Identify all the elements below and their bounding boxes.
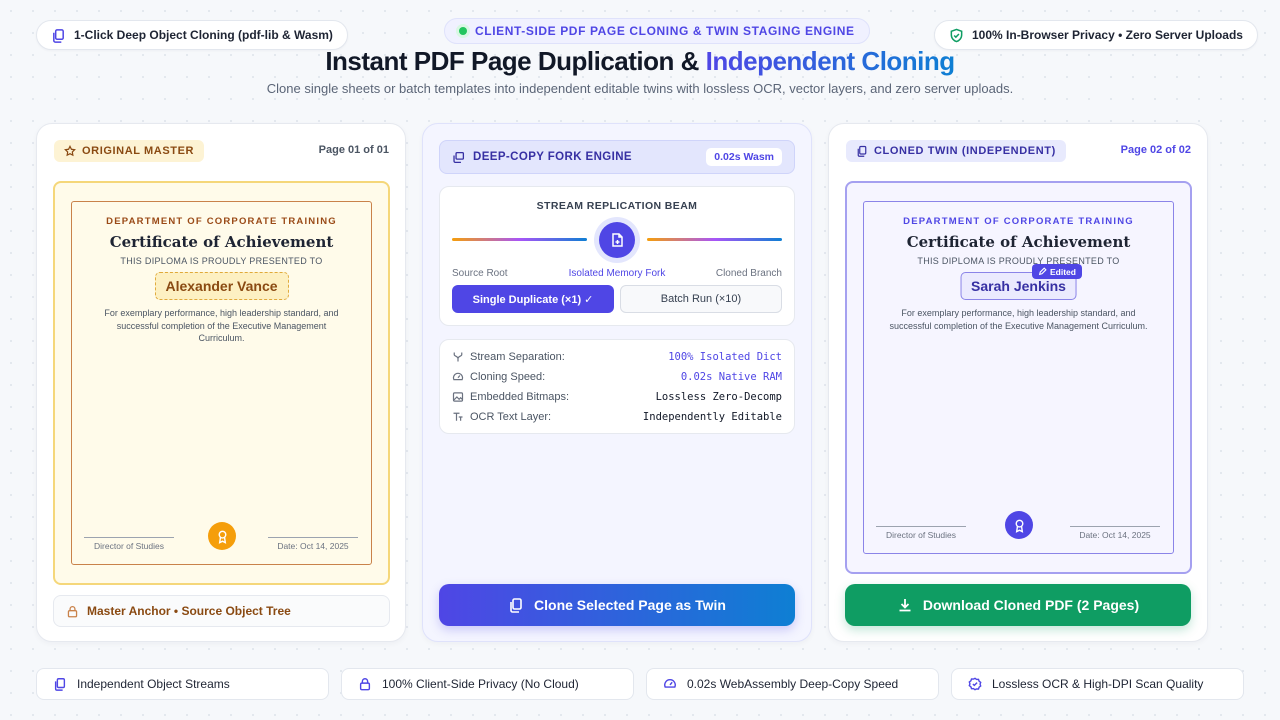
twin-tag: CLONED TWIN (INDEPENDENT)	[846, 140, 1066, 162]
eyebrow-label: CLIENT-SIDE PDF PAGE CLONING & TWIN STAG…	[475, 24, 855, 38]
twin-cert-body: For exemplary performance, high leadersh…	[889, 308, 1148, 331]
clone-button-label: Clone Selected Page as Twin	[534, 597, 726, 613]
stat-row-bitmaps: Embedded Bitmaps: Lossless Zero-Decomp	[452, 388, 782, 406]
original-certificate[interactable]: DEPARTMENT OF CORPORATE TRAINING Certifi…	[53, 181, 390, 585]
original-sig-left: Director of Studies	[84, 537, 174, 551]
page-title: Instant PDF Page Duplication & Independe…	[0, 46, 1280, 77]
original-certificate-border: DEPARTMENT OF CORPORATE TRAINING Certifi…	[71, 201, 372, 565]
download-button-label: Download Cloned PDF (2 Pages)	[922, 597, 1140, 613]
original-cert-recipient[interactable]: Alexander Vance	[154, 272, 289, 300]
stat-row-speed: Cloning Speed: 0.02s Native RAM	[452, 368, 782, 386]
stat-row-ocr: OCR Text Layer: Independently Editable	[452, 408, 782, 426]
edited-badge: Edited	[1032, 264, 1082, 279]
fork-icon	[452, 351, 464, 363]
beam-title: STREAM REPLICATION BEAM	[536, 200, 698, 212]
original-tag-label: ORIGINAL MASTER	[82, 145, 195, 157]
gauge-icon	[663, 677, 677, 691]
twin-certificate-border: DEPARTMENT OF CORPORATE TRAINING Certifi…	[863, 201, 1174, 554]
original-panel: ORIGINAL MASTER Page 01 of 01 DEPARTMENT…	[36, 123, 406, 642]
feature-label: 0.02s WebAssembly Deep-Copy Speed	[687, 677, 899, 691]
copy-icon	[53, 677, 67, 691]
stat-value: Lossless Zero-Decomp	[655, 391, 782, 403]
stat-label: Embedded Bitmaps:	[470, 391, 570, 403]
label-cloned-branch: Cloned Branch	[715, 268, 782, 279]
original-cert-dept: DEPARTMENT OF CORPORATE TRAINING	[106, 216, 337, 227]
edited-badge-label: Edited	[1050, 266, 1076, 277]
original-tag: ORIGINAL MASTER	[54, 140, 205, 162]
engine-speed-badge: 0.02s Wasm	[706, 148, 782, 166]
title-accent: Independent Cloning	[705, 46, 956, 76]
feature-object-streams: Independent Object Streams	[36, 668, 329, 700]
twin-sig-left: Director of Studies	[876, 526, 966, 540]
stat-value: 0.02s Native RAM	[680, 371, 782, 383]
feature-ocr-quality: Lossless OCR & High-DPI Scan Quality	[951, 668, 1244, 700]
download-pdf-button[interactable]: Download Cloned PDF (2 Pages)	[845, 584, 1191, 626]
beam-left-line	[452, 238, 587, 241]
feature-label: Independent Object Streams	[77, 677, 230, 691]
beam-node-icon	[599, 222, 635, 258]
engine-header: DEEP-COPY FORK ENGINE 0.02s Wasm	[439, 140, 795, 174]
stat-row-stream: Stream Separation: 100% Isolated Dict	[452, 348, 782, 366]
title-main: Instant PDF Page Duplication &	[325, 46, 706, 76]
single-duplicate-button[interactable]: Single Duplicate (×1) ✓	[452, 285, 614, 313]
engine-stats-card: Stream Separation: 100% Isolated Dict Cl…	[439, 339, 795, 434]
engine-tag-label: DEEP-COPY FORK ENGINE	[473, 151, 632, 163]
twin-panel: CLONED TWIN (INDEPENDENT) Page 02 of 02 …	[828, 123, 1208, 642]
badge-check-icon	[968, 677, 982, 691]
stat-value: 100% Isolated Dict	[668, 351, 782, 363]
master-anchor-bar: Master Anchor • Source Object Tree	[53, 595, 390, 627]
beam-right-line	[647, 238, 782, 241]
stat-label: Stream Separation:	[470, 351, 565, 363]
stat-value: Independently Editable	[642, 411, 782, 423]
twin-certificate[interactable]: DEPARTMENT OF CORPORATE TRAINING Certifi…	[845, 181, 1192, 574]
layers-copy-icon	[452, 151, 465, 164]
status-dot	[459, 27, 467, 35]
privacy-label: 100% In-Browser Privacy • Zero Server Up…	[972, 28, 1243, 42]
original-cert-title: Certificate of Achievement	[109, 233, 334, 251]
batch-run-button[interactable]: Batch Run (×10)	[620, 285, 782, 313]
feature-label: Lossless OCR & High-DPI Scan Quality	[992, 677, 1204, 691]
feature-privacy: 100% Client-Side Privacy (No Cloud)	[341, 668, 634, 700]
copy-icon	[51, 28, 66, 43]
deep-clone-label: 1-Click Deep Object Cloning (pdf-lib & W…	[74, 28, 333, 42]
copy-icon	[856, 145, 868, 157]
twin-cert-title: Certificate of Achievement	[906, 233, 1131, 251]
feature-label: 100% Client-Side Privacy (No Cloud)	[382, 677, 579, 691]
lock-icon	[358, 677, 372, 691]
stat-label: Cloning Speed:	[470, 371, 546, 383]
engine-eyebrow: CLIENT-SIDE PDF PAGE CLONING & TWIN STAG…	[444, 18, 870, 44]
lock-icon	[66, 605, 79, 618]
original-cert-body: For exemplary performance, high leadersh…	[104, 308, 339, 343]
stat-label: OCR Text Layer:	[470, 411, 552, 423]
twin-page-number: Page 02 of 02	[1120, 144, 1191, 156]
original-sig-right: Date: Oct 14, 2025	[268, 537, 358, 551]
gauge-icon	[452, 371, 464, 383]
twin-sig-right: Date: Oct 14, 2025	[1070, 526, 1160, 540]
twin-tag-label: CLONED TWIN (INDEPENDENT)	[874, 145, 1056, 157]
star-icon	[64, 145, 76, 157]
download-icon	[897, 597, 913, 613]
original-seal-icon	[208, 522, 236, 550]
page-subtitle: Clone single sheets or batch templates i…	[266, 81, 1014, 96]
copy-icon	[508, 597, 524, 613]
replication-beam-card: STREAM REPLICATION BEAM Source Root Isol…	[439, 186, 795, 326]
image-icon	[452, 391, 464, 403]
feature-speed: 0.02s WebAssembly Deep-Copy Speed	[646, 668, 939, 700]
engine-panel: DEEP-COPY FORK ENGINE 0.02s Wasm STREAM …	[422, 123, 812, 642]
original-cert-presented: THIS DIPLOMA IS PROUDLY PRESENTED TO	[120, 256, 323, 266]
text-icon	[452, 411, 464, 423]
twin-cert-presented: THIS DIPLOMA IS PROUDLY PRESENTED TO	[917, 256, 1120, 266]
master-anchor-label: Master Anchor • Source Object Tree	[87, 604, 291, 618]
pencil-icon	[1038, 267, 1047, 276]
shield-check-icon	[949, 28, 964, 43]
twin-seal-icon	[1005, 511, 1033, 539]
twin-cert-dept: DEPARTMENT OF CORPORATE TRAINING	[903, 216, 1134, 227]
original-page-number: Page 01 of 01	[318, 144, 389, 156]
clone-page-button[interactable]: Clone Selected Page as Twin	[439, 584, 795, 626]
